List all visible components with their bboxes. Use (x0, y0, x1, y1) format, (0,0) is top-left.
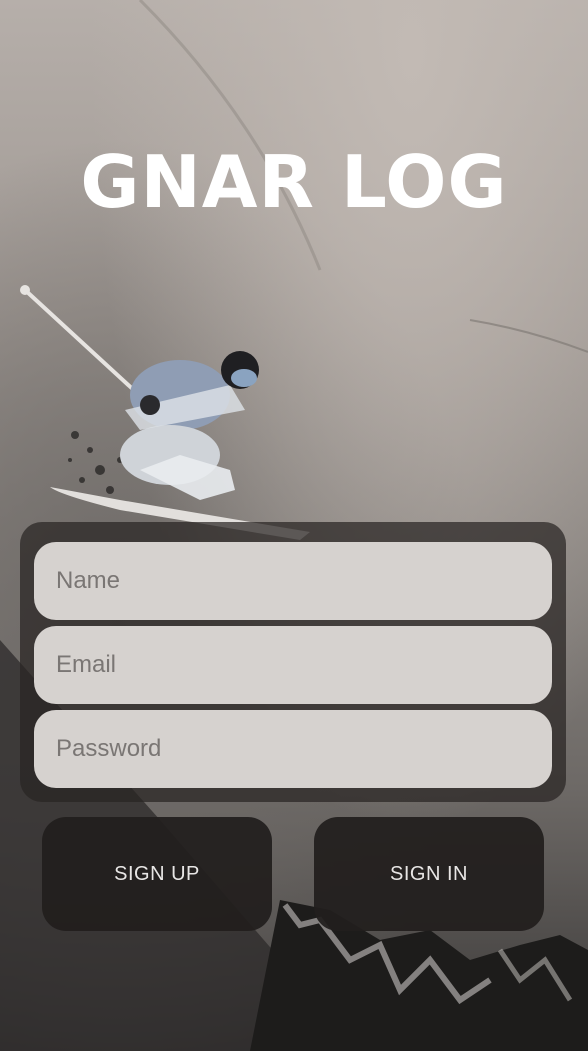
email-field[interactable] (34, 626, 552, 704)
sign-up-button[interactable]: SIGN UP (42, 817, 272, 931)
app-title: GNAR LOG (80, 140, 508, 224)
sign-in-button[interactable]: SIGN IN (314, 817, 544, 931)
password-field[interactable] (34, 710, 552, 788)
signup-form (20, 522, 566, 802)
name-field[interactable] (34, 542, 552, 620)
login-screen: GNAR LOG SIGN UP SIGN IN (0, 0, 588, 1051)
